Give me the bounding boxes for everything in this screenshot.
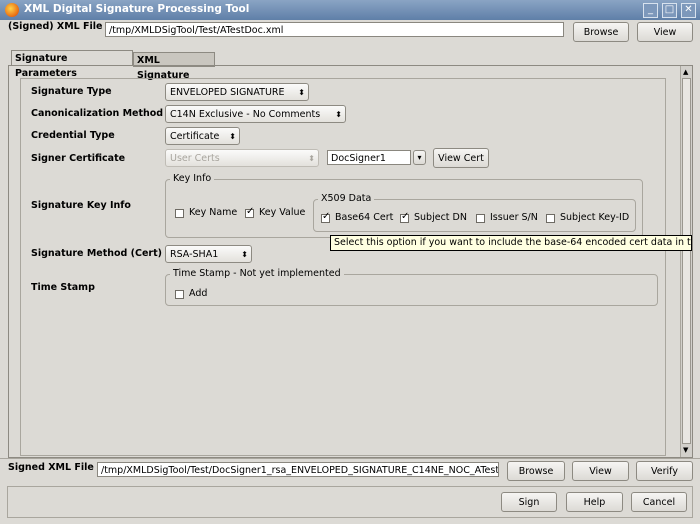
close-icon[interactable]: ✕	[681, 3, 696, 18]
chevron-updown-icon: ⬍	[241, 250, 248, 259]
help-button[interactable]: Help	[566, 492, 623, 512]
key-name-label: Key Name	[189, 207, 238, 218]
alias-dropdown-icon[interactable]: ▾	[413, 150, 426, 165]
chevron-updown-icon: ⬍	[229, 132, 236, 141]
bottom-browse-button[interactable]: Browse	[507, 461, 565, 481]
top-browse-button[interactable]: Browse	[573, 22, 629, 42]
minimize-icon[interactable]: _	[643, 3, 658, 18]
base64-cert-label: Base64 Cert	[335, 212, 394, 223]
window-title: XML Digital Signature Processing Tool	[24, 3, 250, 15]
signature-method-select[interactable]: RSA-SHA1 ⬍	[165, 245, 252, 263]
signed-xml-file-input[interactable]: /tmp/XMLDSigTool/Test/ATestDoc.xml	[105, 22, 564, 37]
view-cert-button[interactable]: View Cert	[433, 148, 489, 168]
credential-type-label: Credential Type	[31, 130, 115, 141]
verify-button[interactable]: Verify	[636, 461, 693, 481]
signature-method-value: RSA-SHA1	[170, 249, 219, 260]
cancel-button[interactable]: Cancel	[631, 492, 687, 512]
top-view-button[interactable]: View	[637, 22, 693, 42]
signed-xml-file-label: (Signed) XML File	[8, 21, 103, 32]
timestamp-add-label: Add	[189, 288, 208, 299]
key-value-checkbox[interactable]	[245, 206, 254, 218]
separator	[0, 458, 700, 459]
credential-type-select[interactable]: Certificate ⬍	[165, 127, 240, 145]
signed-xml-file-output-input[interactable]: /tmp/XMLDSigTool/Test/DocSigner1_rsa_ENV…	[97, 462, 499, 477]
base64-tooltip: Select this option if you want to includ…	[330, 235, 692, 251]
signature-type-value: ENVELOPED SIGNATURE	[170, 87, 285, 98]
canonicalization-value: C14N Exclusive - No Comments	[170, 109, 321, 120]
form-panel	[20, 78, 666, 456]
canonicalization-label: Canonicalization Method	[31, 108, 164, 119]
credential-type-value: Certificate	[170, 131, 220, 142]
chevron-updown-icon: ⬍	[298, 88, 305, 97]
issuer-sn-label: Issuer S/N	[490, 212, 538, 223]
timestamp-add-checkbox[interactable]	[175, 290, 184, 299]
signature-key-info-label: Signature Key Info	[31, 200, 131, 211]
subject-dn-checkbox[interactable]	[400, 211, 409, 223]
scrollbar[interactable]: ▲ ▼	[680, 66, 692, 457]
issuer-sn-checkbox[interactable]	[476, 214, 485, 223]
cert-alias-input[interactable]: DocSigner1	[327, 150, 411, 165]
canonicalization-select[interactable]: C14N Exclusive - No Comments ⬍	[165, 105, 346, 123]
cert-store-value: User Certs	[170, 153, 220, 164]
subject-key-id-checkbox[interactable]	[546, 214, 555, 223]
tab-signature-parameters[interactable]: Signature Parameters	[11, 50, 133, 79]
time-stamp-group-title: Time Stamp - Not yet implemented	[170, 268, 344, 279]
subject-dn-label: Subject DN	[414, 212, 467, 223]
key-name-checkbox[interactable]	[175, 209, 184, 218]
base64-cert-checkbox[interactable]	[321, 211, 330, 223]
signed-xml-file-output-label: Signed XML File	[8, 462, 94, 473]
subject-key-id-label: Subject Key-ID	[560, 212, 630, 223]
key-value-label: Key Value	[259, 207, 306, 218]
chevron-updown-icon: ⬍	[335, 110, 342, 119]
scroll-up-icon[interactable]: ▲	[683, 68, 688, 76]
signature-method-label: Signature Method (Cert)	[31, 248, 162, 259]
title-bar: XML Digital Signature Processing Tool _ …	[0, 0, 700, 20]
maximize-icon[interactable]: □	[662, 3, 677, 18]
scrollbar-thumb[interactable]	[682, 78, 691, 444]
app-icon	[5, 3, 19, 17]
chevron-updown-icon: ⬍	[308, 154, 315, 163]
bottom-view-button[interactable]: View	[572, 461, 629, 481]
sign-button[interactable]: Sign	[501, 492, 557, 512]
x509-data-title: X509 Data	[318, 193, 375, 204]
signature-type-label: Signature Type	[31, 86, 112, 97]
cert-store-select[interactable]: User Certs ⬍	[165, 149, 319, 167]
signer-certificate-label: Signer Certificate	[31, 153, 126, 164]
scroll-down-icon[interactable]: ▼	[683, 446, 688, 454]
time-stamp-label: Time Stamp	[31, 282, 95, 293]
key-info-group-title: Key Info	[170, 173, 215, 184]
signature-type-select[interactable]: ENVELOPED SIGNATURE ⬍	[165, 83, 309, 101]
